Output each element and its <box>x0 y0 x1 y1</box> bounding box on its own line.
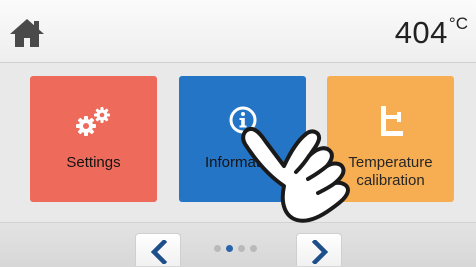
settings-tile[interactable]: Settings <box>30 76 157 202</box>
pointing-hand-icon <box>241 126 350 223</box>
page-indicator <box>214 245 262 252</box>
gears-icon <box>30 104 157 140</box>
temperature-value: 404 <box>394 15 448 50</box>
home-button[interactable] <box>10 18 44 48</box>
page-dot <box>250 245 257 252</box>
settings-label: Settings <box>66 154 121 171</box>
header-divider <box>0 62 476 63</box>
temperature-unit: °C <box>448 14 468 33</box>
page-dot <box>238 245 245 252</box>
top-bar: 404 °C <box>0 0 476 62</box>
chevron-left-icon <box>150 240 168 264</box>
page-dot <box>214 245 221 252</box>
next-page-button[interactable] <box>296 233 342 266</box>
temperature-display: 404 °C <box>395 14 468 54</box>
page-dot-active <box>226 245 233 252</box>
previous-page-button[interactable] <box>135 233 181 266</box>
chevron-right-icon <box>311 240 329 264</box>
home-icon <box>10 19 44 47</box>
